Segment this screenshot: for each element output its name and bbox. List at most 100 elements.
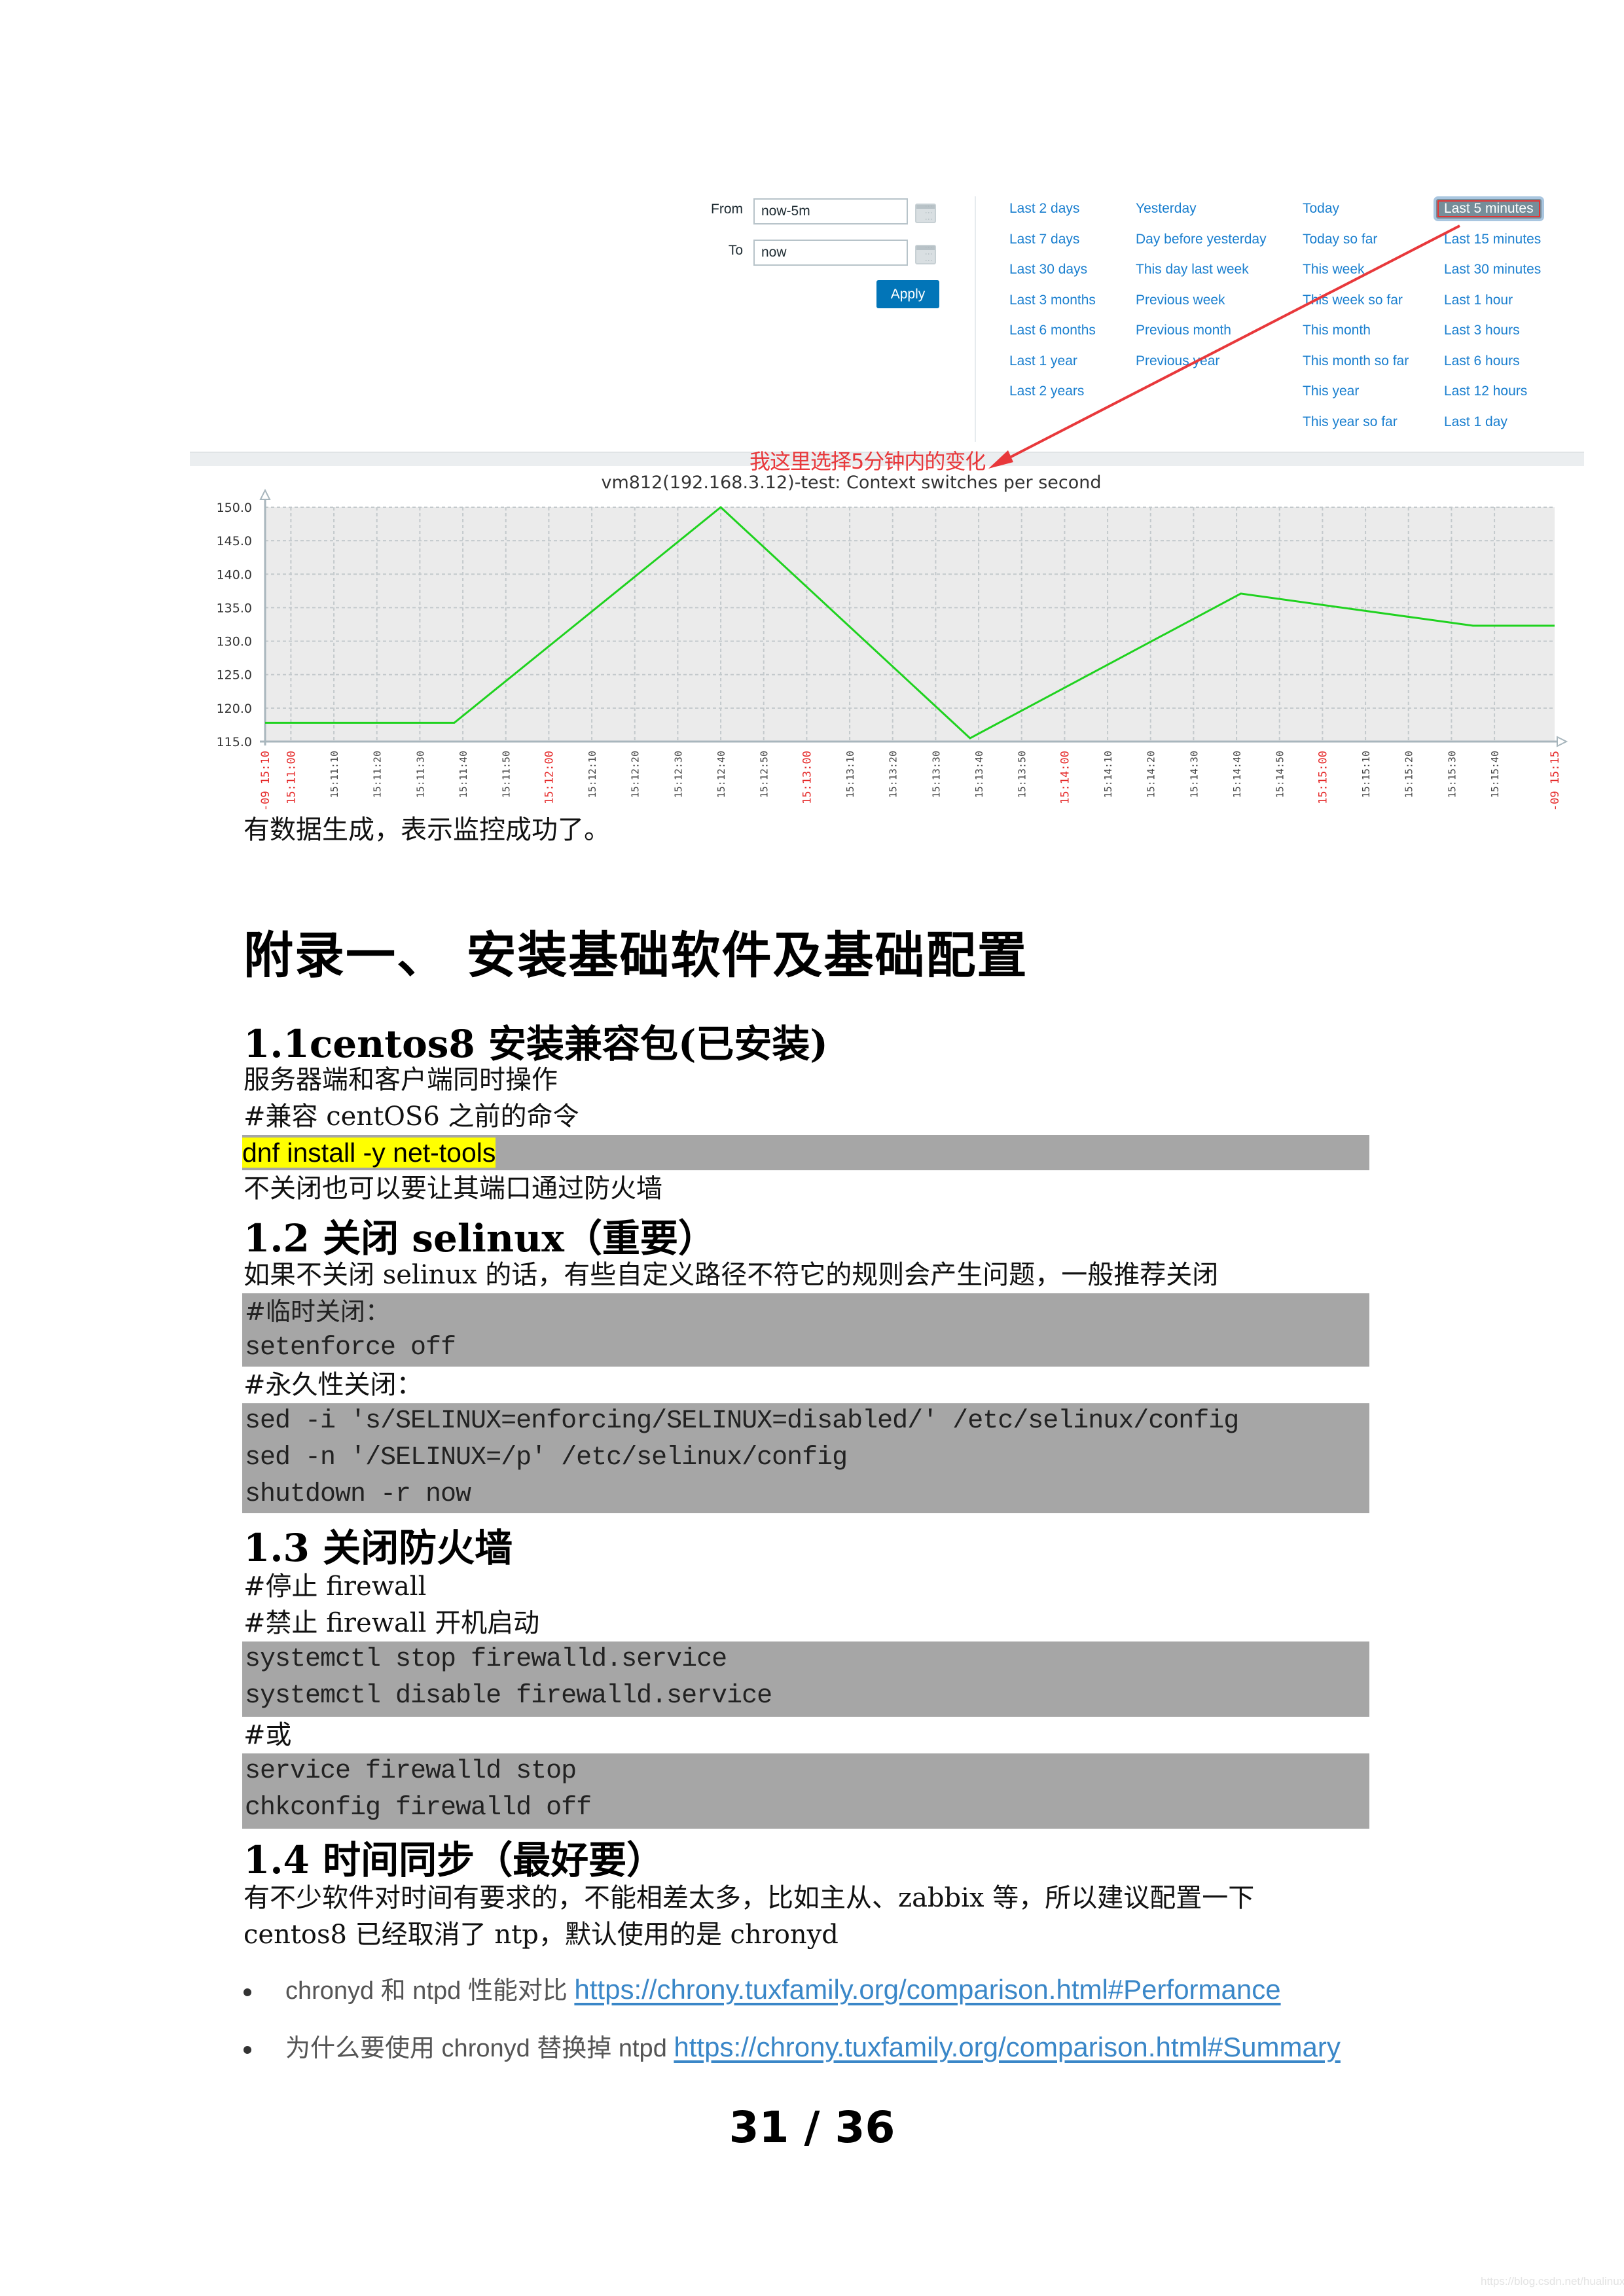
quick-range-last-6-hours[interactable]: Last 6 hours — [1444, 353, 1520, 369]
y-tick-label: 125.0 — [217, 668, 252, 683]
quick-range-last-1-year[interactable]: Last 1 year — [1009, 353, 1077, 369]
quick-range-this-year-so-far[interactable]: This year so far — [1303, 414, 1398, 430]
quick-range-today-so-far[interactable]: Today so far — [1303, 232, 1377, 247]
x-tick-label: 15:13:00 — [801, 751, 814, 804]
code-block: dnf install -y net-tools — [242, 1135, 1369, 1170]
performance-link[interactable]: https://chrony.tuxfamily.org/comparison.… — [574, 1974, 1280, 2005]
s1-line2: #兼容 centOS6 之前的命令 — [244, 1102, 579, 1132]
x-tick-label: 15:13:10 — [844, 751, 856, 798]
quick-range-last-2-days[interactable]: Last 2 days — [1009, 201, 1079, 217]
appendix-title: 附录一、 安装基础软件及基础配置 — [244, 926, 1028, 984]
section-1-4-title: 1.4 时间同步（最好要） — [244, 1838, 665, 1882]
calendar-icon[interactable] — [915, 204, 936, 223]
s2-intro: 如果不关闭 selinux 的话，有些自定义路径不符它的规则会产生问题，一般推荐… — [244, 1260, 1219, 1290]
x-tick-label: 15:14:20 — [1146, 751, 1157, 798]
y-tick-label: 145.0 — [217, 534, 252, 548]
quick-range-this-day-last-week[interactable]: This day last week — [1136, 262, 1249, 278]
code-line: setenforce off — [245, 1333, 456, 1363]
code-block: #临时关闭： setenforce off — [242, 1293, 1369, 1367]
s4-line2: centos8 已经取消了 ntp，默认使用的是 chronyd — [244, 1920, 839, 1950]
x-tick-label: 15:15:20 — [1403, 751, 1415, 798]
annotation-text: 我这里选择5分钟内的变化 — [749, 449, 986, 474]
apply-button[interactable]: Apply — [876, 280, 939, 308]
y-tick-label: 135.0 — [217, 601, 252, 615]
x-tick-label: 15:11:10 — [329, 751, 340, 798]
panel-divider — [975, 196, 976, 442]
x-tick-label: 15:11:20 — [372, 751, 384, 798]
list-item: chronyd 和 ntpd 性能对比 https://chrony.tuxfa… — [244, 1970, 1281, 2006]
x-end-label: 5-09 15:15 — [1549, 751, 1562, 812]
plot-area — [265, 507, 1555, 742]
quick-range-last-7-days[interactable]: Last 7 days — [1009, 232, 1079, 247]
caption-text: 有数据生成，表示监控成功了。 — [244, 815, 610, 845]
bullet-icon — [244, 1988, 251, 1996]
code-comment: #临时关闭： — [245, 1297, 390, 1326]
code-block: service firewalld stop chkconfig firewal… — [242, 1753, 1369, 1829]
from-input[interactable] — [753, 198, 908, 224]
x-tick-label: 15:14:10 — [1102, 751, 1114, 798]
code-line: systemctl stop firewalld.service — [245, 1645, 727, 1674]
quick-range-last-30-days[interactable]: Last 30 days — [1009, 262, 1087, 278]
quick-range-this-week-so-far[interactable]: This week so far — [1303, 293, 1403, 308]
code-line: sed -n '/SELINUX=/p' /etc/selinux/config — [245, 1443, 848, 1473]
s2-perm-comment: #永久性关闭： — [244, 1370, 423, 1400]
x-tick-label: 15:13:30 — [930, 751, 942, 798]
x-tick-label: 15:15:10 — [1360, 751, 1372, 798]
y-tick-label: 150.0 — [217, 501, 252, 515]
x-tick-label: 15:14:30 — [1188, 751, 1200, 798]
x-tick-label: 15:11:30 — [414, 751, 426, 798]
watermark: https://blog.csdn.net/hualinux — [1481, 2275, 1624, 2287]
section-1-1-title: 1.1centos8 安装兼容包(已安装) — [244, 1022, 828, 1066]
quick-range-last-5-minutes[interactable]: Last 5 minutes — [1436, 199, 1542, 219]
quick-range-this-month[interactable]: This month — [1303, 323, 1371, 338]
context-switches-chart: 150.0 145.0 140.0 135.0 130.0 125.0 120.0 115.0… — [217, 224, 1568, 812]
to-input[interactable] — [753, 240, 908, 266]
s1-line3: 不关闭也可以要让其端口通过防火墙 — [244, 1174, 662, 1204]
s3-comment-2: #禁止 firewall 开机启动 — [244, 1608, 540, 1638]
x-tick-label: 15:12:10 — [586, 751, 598, 798]
quick-range-last-1-day[interactable]: Last 1 day — [1444, 414, 1507, 430]
y-tick-label: 130.0 — [217, 635, 252, 649]
x-tick-label: 15:13:40 — [973, 751, 985, 798]
y-tick-label: 140.0 — [217, 567, 252, 582]
quick-range-last-3-hours[interactable]: Last 3 hours — [1444, 323, 1520, 338]
x-tick-label: 15:14:40 — [1231, 751, 1243, 798]
x-tick-label: 15:12:30 — [672, 751, 684, 798]
quick-range-day-before-yesterday[interactable]: Day before yesterday — [1136, 232, 1267, 247]
to-label: To — [728, 243, 743, 258]
quick-range-last-30-minutes[interactable]: Last 30 minutes — [1444, 262, 1541, 278]
x-tick-label: 15:12:00 — [543, 751, 556, 804]
x-tick-label: 15:13:50 — [1017, 751, 1028, 798]
x-tick-label: 15:11:40 — [458, 751, 469, 798]
quick-range-previous-week[interactable]: Previous week — [1136, 293, 1225, 308]
s4-line1: 有不少软件对时间有要求的，不能相差太多，比如主从、zabbix 等，所以建议配置… — [244, 1883, 1255, 1913]
quick-range-previous-month[interactable]: Previous month — [1136, 323, 1231, 338]
x-tick-label: 15:11:50 — [501, 751, 513, 798]
quick-range-last-15-minutes[interactable]: Last 15 minutes — [1444, 232, 1541, 247]
x-tick-label: 15:11:00 — [285, 751, 298, 804]
quick-range-this-month-so-far[interactable]: This month so far — [1303, 353, 1409, 369]
highlighted-command: dnf install -y net-tools — [242, 1138, 496, 1168]
quick-range-last-6-months[interactable]: Last 6 months — [1009, 323, 1096, 338]
y-tick-label: 115.0 — [217, 735, 252, 749]
s1-line1: 服务器端和客户端同时操作 — [244, 1065, 558, 1095]
quick-range-last-3-months[interactable]: Last 3 months — [1009, 293, 1096, 308]
quick-range-this-year[interactable]: This year — [1303, 384, 1359, 399]
code-line: shutdown -r now — [245, 1480, 471, 1509]
page-number: 31 / 36 — [729, 2102, 895, 2153]
calendar-icon[interactable] — [915, 245, 936, 264]
code-line: service firewalld stop — [245, 1757, 577, 1786]
quick-range-last-1-hour[interactable]: Last 1 hour — [1444, 293, 1513, 308]
quick-range-today[interactable]: Today — [1303, 201, 1339, 217]
x-start-label: -09 15:10 — [259, 751, 272, 811]
quick-range-yesterday[interactable]: Yesterday — [1136, 201, 1197, 217]
quick-range-previous-year[interactable]: Previous year — [1136, 353, 1219, 369]
y-tick-label: 120.0 — [217, 702, 252, 716]
quick-range-this-week[interactable]: This week — [1303, 262, 1365, 278]
code-line: systemctl disable firewalld.service — [245, 1681, 772, 1711]
quick-range-last-12-hours[interactable]: Last 12 hours — [1444, 384, 1527, 399]
quick-range-last-2-years[interactable]: Last 2 years — [1009, 384, 1084, 399]
code-line: chkconfig firewalld off — [245, 1793, 592, 1823]
s3-comment-1: #停止 firewall — [244, 1571, 427, 1602]
summary-link[interactable]: https://chrony.tuxfamily.org/comparison.… — [674, 2032, 1340, 2062]
